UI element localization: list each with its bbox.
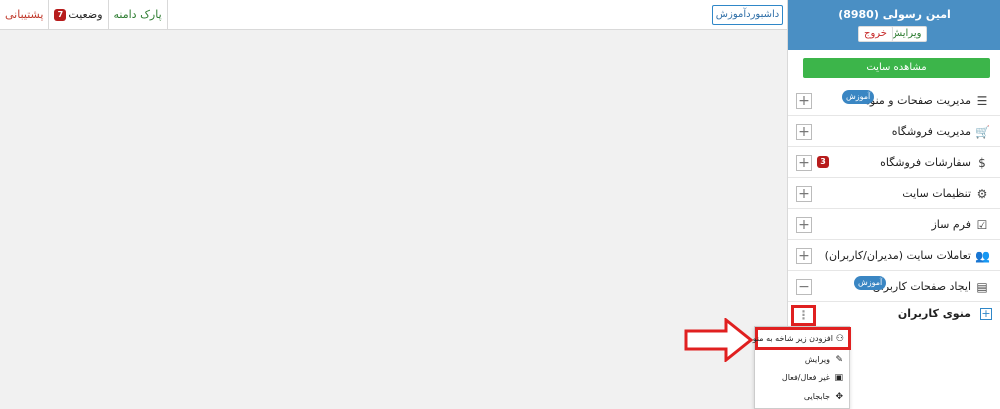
sidebar-item-label: مدیریت فروشگاه [891, 125, 971, 138]
list-icon: ☰ [976, 94, 988, 108]
add-submenu-label: افزودن زیر شاخه به منو [752, 334, 833, 343]
pencil-icon: ✎ [835, 355, 843, 365]
status-label: وضعیت [68, 8, 103, 21]
move-label: جابجایی [803, 392, 830, 401]
toggle-active-item[interactable]: ▣ غیر فعال/فعال [782, 370, 843, 386]
sidebar-item-shop-orders[interactable]: $ سفارشات فروشگاه 3 + [788, 148, 1000, 178]
user-menu-label: منوی کاربران [897, 307, 971, 320]
sidebar-item-label: مدیریت صفحات و منوها [860, 94, 971, 107]
sidebar-item-label: تنظیمات سایت [902, 187, 971, 200]
sidebar-item-label: فرم ساز [931, 218, 971, 231]
sidebar-item-form-builder[interactable]: ☑ فرم ساز + [788, 210, 1000, 240]
view-site-button[interactable]: مشاهده سایت [803, 58, 990, 78]
cart-icon: 🛒 [975, 125, 990, 139]
page-icon: ▤ [976, 280, 988, 294]
sidebar-item-site-interactions[interactable]: 👥 تعاملات سایت (مدیران/کاربران) + [788, 241, 1000, 271]
expand-toggle[interactable]: + [796, 155, 812, 171]
user-name: امین رسولی (8980) [838, 8, 951, 21]
orders-count-badge: 3 [817, 156, 829, 168]
toggle-active-label: غیر فعال/فعال [781, 373, 830, 382]
tutorial-badge[interactable]: آموزش [842, 90, 875, 104]
sidebar-item-label: تعاملات سایت (مدیران/کاربران) [824, 249, 971, 262]
domain-park-link[interactable]: پارک دامنه [109, 0, 168, 30]
sidebar-item-user-pages[interactable]: ▤ ایجاد صفحات کاربران آموزش − [788, 272, 1000, 302]
more-options-button[interactable]: ⋮ [791, 305, 816, 326]
dollar-icon: $ [978, 156, 986, 170]
notification-badge: 7 [54, 9, 67, 21]
sidebar-item-label: ایجاد صفحات کاربران [872, 280, 971, 293]
add-submenu-item[interactable]: ⚇افزودن زیر شاخه به منو [752, 327, 851, 350]
sidebar-item-shop-management[interactable]: 🛒 مدیریت فروشگاه + [788, 117, 1000, 147]
gear-icon: ⚙ [976, 187, 988, 201]
sitemap-icon: ⚇ [835, 334, 844, 344]
sidebar-item-pages-menus[interactable]: ☰ مدیریت صفحات و منوها آموزش + [788, 86, 1000, 116]
top-bar: پشتیبانی 7 وضعیت پارک دامنه داشبوردآموزش [0, 0, 787, 30]
sidebar-item-label: سفارشات فروشگاه [880, 156, 971, 169]
tutorial-badge[interactable]: آموزش [854, 276, 887, 290]
user-menu-row[interactable]: + منوی کاربران ⋮ [788, 300, 1000, 328]
context-menu: ⚇افزودن زیر شاخه به منو ✎ ویرایش ▣ غیر فعا… [752, 326, 851, 409]
collapse-toggle[interactable]: − [796, 279, 812, 295]
logout-button[interactable]: خروج [858, 26, 893, 42]
move-icon: ✥ [835, 392, 843, 402]
expand-toggle[interactable]: + [796, 93, 812, 109]
dashboard-tutorial-button[interactable]: داشبوردآموزش [712, 5, 783, 25]
sidebar-item-site-settings[interactable]: ⚙ تنظیمات سایت + [788, 179, 1000, 209]
annotation-arrow-icon [684, 318, 754, 362]
expand-toggle[interactable]: + [796, 186, 812, 202]
expand-toggle[interactable]: + [796, 248, 812, 264]
support-link[interactable]: پشتیبانی [0, 0, 50, 30]
add-icon[interactable]: + [980, 308, 992, 320]
edit-label: ویرایش [804, 355, 830, 364]
edit-item[interactable]: ✎ ویرایش [805, 352, 843, 368]
expand-toggle[interactable]: + [796, 217, 812, 233]
expand-toggle[interactable]: + [796, 124, 812, 140]
status-link[interactable]: 7 وضعیت [49, 0, 109, 30]
top-links: پشتیبانی 7 وضعیت پارک دامنه [0, 0, 168, 30]
move-item[interactable]: ✥ جابجایی [804, 389, 843, 405]
checkbox-icon: ☑ [976, 218, 988, 232]
users-icon: 👥 [975, 249, 990, 263]
save-icon: ▣ [834, 373, 843, 383]
user-panel: امین رسولی (8980) ویرایش خروج [788, 0, 1000, 50]
